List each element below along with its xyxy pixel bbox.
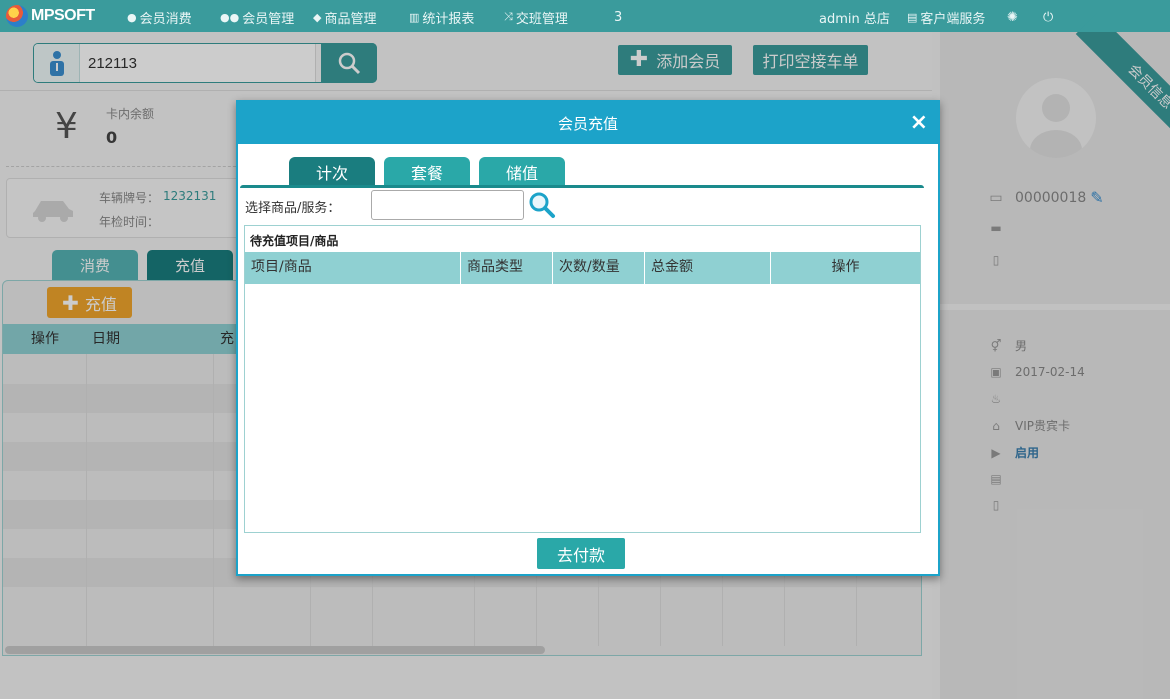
nav-member-consume[interactable]: ● 会员消费 <box>127 8 192 27</box>
magnifier-icon <box>529 192 555 218</box>
col-product-type: 商品类型 <box>461 252 553 284</box>
power-off-icon[interactable]: ⏻ <box>1043 8 1053 26</box>
select-product-label: 选择商品/服务： <box>245 201 341 216</box>
pending-items-title: 待充值项目/商品 <box>250 234 339 248</box>
settings-gear-icon[interactable]: ✺ <box>1007 8 1018 26</box>
col-total-amount: 总金额 <box>645 252 771 284</box>
select-product-input[interactable] <box>371 190 524 220</box>
nav-client-service[interactable]: ▤ 客户端服务 <box>907 8 985 27</box>
logo-mark-icon <box>6 5 28 27</box>
top-nav-bar: MPSOFT ● 会员消费 ●● 会员管理 ◆ 商品管理 ▥ 统计报表 ⤨ 交班管理 3 … <box>0 0 1170 32</box>
users-icon: ●● <box>220 10 240 24</box>
go-pay-button[interactable]: 去付款 <box>537 538 625 569</box>
member-recharge-modal: 会员充值 × 计次 套餐 储值 选择商品/服务： 待充值项目/商品 项目/商品 … <box>236 100 940 576</box>
modal-title: 会员充值 <box>557 114 618 133</box>
nav-member-management[interactable]: ●● 会员管理 <box>220 8 294 27</box>
col-operation: 操作 <box>831 259 860 275</box>
nav-statistics[interactable]: ▥ 统计报表 <box>409 8 474 27</box>
nav-product-management[interactable]: ◆ 商品管理 <box>313 8 376 27</box>
logo-text: MPSOFT <box>31 7 95 24</box>
close-icon[interactable]: × <box>910 112 928 134</box>
col-count-qty: 次数/数量 <box>553 252 645 284</box>
pending-items-box: 待充值项目/商品 项目/商品 商品类型 次数/数量 总金额 操作 <box>244 225 921 533</box>
bar-chart-icon: ▥ <box>409 10 420 24</box>
tab-package[interactable]: 套餐 <box>384 157 470 187</box>
tab-stored-value[interactable]: 储值 <box>479 157 565 187</box>
product-search-button[interactable] <box>528 190 556 220</box>
shuffle-icon: ⤨ <box>504 10 513 23</box>
printer-icon: ▤ <box>907 10 918 24</box>
nav-shift-management[interactable]: ⤨ 交班管理 <box>504 8 568 27</box>
pending-table-header: 项目/商品 商品类型 次数/数量 总金额 操作 <box>245 252 920 284</box>
app-logo[interactable]: MPSOFT <box>6 5 95 27</box>
modal-header: 会员充值 × <box>238 102 938 144</box>
nav-user[interactable]: admin 总店 <box>819 8 890 27</box>
nav-badge-count[interactable]: 3 <box>614 8 622 26</box>
user-circle-icon: ● <box>127 10 137 24</box>
col-item: 项目/商品 <box>245 252 461 284</box>
tab-count[interactable]: 计次 <box>289 157 375 187</box>
tab-underline <box>240 185 924 188</box>
cubes-icon: ◆ <box>313 10 322 24</box>
